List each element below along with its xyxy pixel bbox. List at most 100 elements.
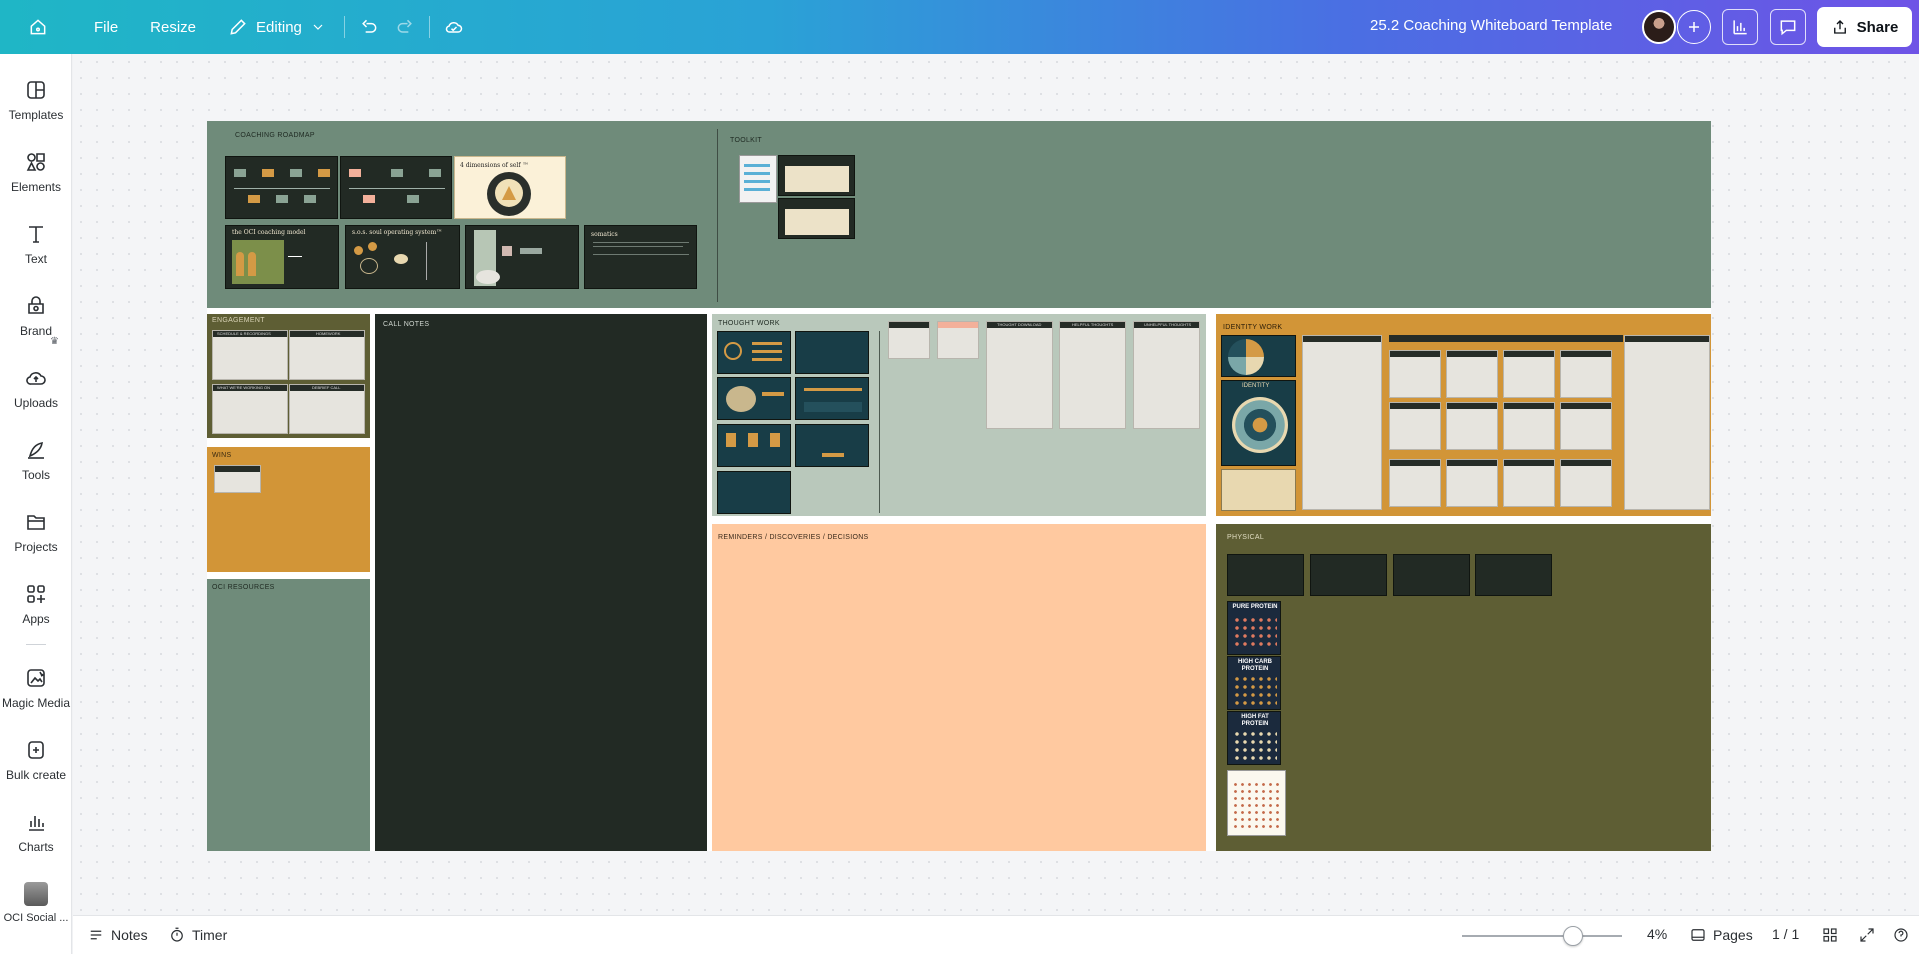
zoom-slider-handle[interactable] xyxy=(1563,926,1583,946)
comments-button[interactable] xyxy=(1770,9,1806,45)
sidebar-item-text[interactable]: Text xyxy=(0,222,72,266)
identity-card[interactable] xyxy=(1221,335,1296,377)
roadmap-card[interactable] xyxy=(465,225,579,289)
soul-os-card[interactable]: s.o.s. soul operating system™ xyxy=(345,225,460,289)
sidebar-item-label: Elements xyxy=(10,180,62,194)
sidebar-item-apps[interactable]: Apps xyxy=(0,582,72,626)
thought-card[interactable] xyxy=(795,377,869,420)
undo-icon xyxy=(362,19,377,33)
sidebar-item-projects[interactable]: Projects xyxy=(0,510,72,554)
helpful-thoughts-column[interactable]: HELPFUL THOUGHTS xyxy=(1059,321,1126,429)
share-button[interactable]: Share xyxy=(1817,7,1912,47)
identity-grid-card[interactable] xyxy=(1389,402,1441,450)
zoom-slider-track[interactable] xyxy=(1462,935,1622,937)
physical-card[interactable] xyxy=(1393,554,1470,596)
insights-button[interactable] xyxy=(1722,9,1758,45)
undo-button[interactable] xyxy=(351,9,387,45)
identity-grid-card[interactable] xyxy=(1560,459,1612,507)
toolkit-card[interactable] xyxy=(778,198,855,239)
sidebar-item-charts[interactable]: Charts xyxy=(0,810,72,854)
identity-grid-card[interactable] xyxy=(1446,402,1498,450)
identity-work-section[interactable]: IDENTITY WORK IDENTITY xyxy=(1216,314,1711,516)
thought-note-card[interactable] xyxy=(888,321,930,359)
identity-card[interactable] xyxy=(1221,469,1296,511)
identity-column-card[interactable] xyxy=(1624,335,1710,510)
sidebar-item-bulk-create[interactable]: Bulk create xyxy=(0,738,72,782)
add-collaborator-button[interactable] xyxy=(1677,10,1711,44)
editing-mode-button[interactable]: Editing xyxy=(216,9,338,45)
engagement-card[interactable]: DEBRIEF CALL xyxy=(289,384,365,434)
fullscreen-button[interactable] xyxy=(1858,926,1876,944)
engagement-card[interactable]: WHAT WE'RE WORKING ON xyxy=(212,384,288,434)
identity-grid-card[interactable] xyxy=(1389,459,1441,507)
thought-card[interactable] xyxy=(717,377,791,420)
engagement-card[interactable]: SCHEDULE & RECORDINGS xyxy=(212,330,288,380)
thought-card[interactable] xyxy=(717,424,791,467)
dimensions-card[interactable]: 4 dimensions of self ™ xyxy=(454,156,566,219)
wins-card[interactable] xyxy=(214,465,261,493)
sidebar-item-templates[interactable]: Templates xyxy=(0,78,72,122)
protein-poster[interactable]: HIGH FAT PROTEIN xyxy=(1227,711,1281,765)
thought-card[interactable] xyxy=(795,331,869,374)
identity-grid-card[interactable] xyxy=(1503,350,1555,398)
coaching-model-card[interactable]: the OCI coaching model xyxy=(225,225,339,289)
timer-button[interactable]: Timer xyxy=(168,926,227,944)
thought-note-card[interactable] xyxy=(937,321,979,359)
protein-poster[interactable]: HIGH CARB PROTEIN xyxy=(1227,656,1281,710)
identity-grid-card[interactable] xyxy=(1560,350,1612,398)
identity-grid-card[interactable] xyxy=(1446,350,1498,398)
roadmap-card[interactable] xyxy=(225,156,338,219)
oci-resources-section[interactable]: OCI RESOURCES xyxy=(207,579,370,851)
pages-button[interactable]: Pages xyxy=(1689,926,1753,944)
toolkit-card[interactable] xyxy=(739,155,777,203)
wins-section[interactable]: WINS xyxy=(207,447,370,572)
protein-poster[interactable]: PURE PROTEIN xyxy=(1227,601,1281,655)
sidebar-item-elements[interactable]: Elements xyxy=(0,150,72,194)
physical-card[interactable] xyxy=(1310,554,1387,596)
physical-card[interactable] xyxy=(1475,554,1552,596)
sidebar-item-oci-social[interactable]: OCI Social ... xyxy=(0,882,72,924)
file-menu-button[interactable]: File xyxy=(82,9,130,45)
toolkit-card[interactable] xyxy=(778,155,855,196)
thought-card[interactable] xyxy=(795,424,869,467)
thought-work-section[interactable]: THOUGHT WORK THOUGHT DOWNLOAD HELPFUL TH… xyxy=(712,314,1206,516)
engagement-card[interactable]: HOMEWORK xyxy=(289,330,365,380)
physical-card[interactable] xyxy=(1227,554,1304,596)
help-button[interactable] xyxy=(1892,926,1910,944)
avatar[interactable] xyxy=(1642,10,1676,44)
sidebar-item-tools[interactable]: Tools xyxy=(0,438,72,482)
thought-card[interactable] xyxy=(717,331,791,374)
resize-button[interactable]: Resize xyxy=(138,9,208,45)
notes-button[interactable]: Notes xyxy=(87,926,148,944)
thought-download-column[interactable]: THOUGHT DOWNLOAD xyxy=(986,321,1053,429)
engagement-section[interactable]: ENGAGEMENT SCHEDULE & RECORDINGS HOMEWOR… xyxy=(207,314,370,438)
cloud-save-button[interactable] xyxy=(436,9,472,45)
sidebar-item-uploads[interactable]: Uploads xyxy=(0,366,72,410)
identity-grid-card[interactable] xyxy=(1503,402,1555,450)
zoom-level[interactable]: 4% xyxy=(1647,926,1667,942)
roadmap-card[interactable] xyxy=(340,156,452,219)
column-header: THOUGHT DOWNLOAD xyxy=(997,322,1042,327)
identity-grid-card[interactable] xyxy=(1446,459,1498,507)
reminders-section[interactable]: REMINDERS / DISCOVERIES / DECISIONS xyxy=(712,524,1206,851)
sidebar-item-magic-media[interactable]: Magic Media xyxy=(0,666,72,710)
document-title[interactable]: 25.2 Coaching Whiteboard Template xyxy=(1370,17,1612,34)
whiteboard[interactable]: COACHING ROADMAP 4 dimensions of self ™ xyxy=(207,121,1711,851)
coaching-roadmap-section[interactable]: COACHING ROADMAP 4 dimensions of self ™ xyxy=(207,121,1711,308)
somatics-card[interactable]: somatics xyxy=(584,225,697,289)
identity-grid-card[interactable] xyxy=(1503,459,1555,507)
identity-grid-card[interactable] xyxy=(1389,350,1441,398)
redo-button[interactable] xyxy=(387,9,423,45)
grid-view-button[interactable] xyxy=(1821,926,1839,944)
food-chart-card[interactable] xyxy=(1227,770,1286,836)
home-button[interactable] xyxy=(22,9,54,45)
sidebar-item-brand[interactable]: Brand xyxy=(0,294,72,338)
physical-section[interactable]: PHYSICAL PURE PROTEIN HIGH CARB PROTEIN … xyxy=(1216,524,1711,851)
identity-grid-card[interactable] xyxy=(1560,402,1612,450)
call-notes-section[interactable]: CALL NOTES xyxy=(375,314,707,851)
identity-notes-card[interactable] xyxy=(1302,335,1382,510)
unhelpful-thoughts-column[interactable]: UNHELPFUL THOUGHTS xyxy=(1133,321,1200,429)
thought-card[interactable] xyxy=(717,471,791,514)
identity-card[interactable]: IDENTITY xyxy=(1221,380,1296,466)
apps-icon xyxy=(27,585,45,603)
